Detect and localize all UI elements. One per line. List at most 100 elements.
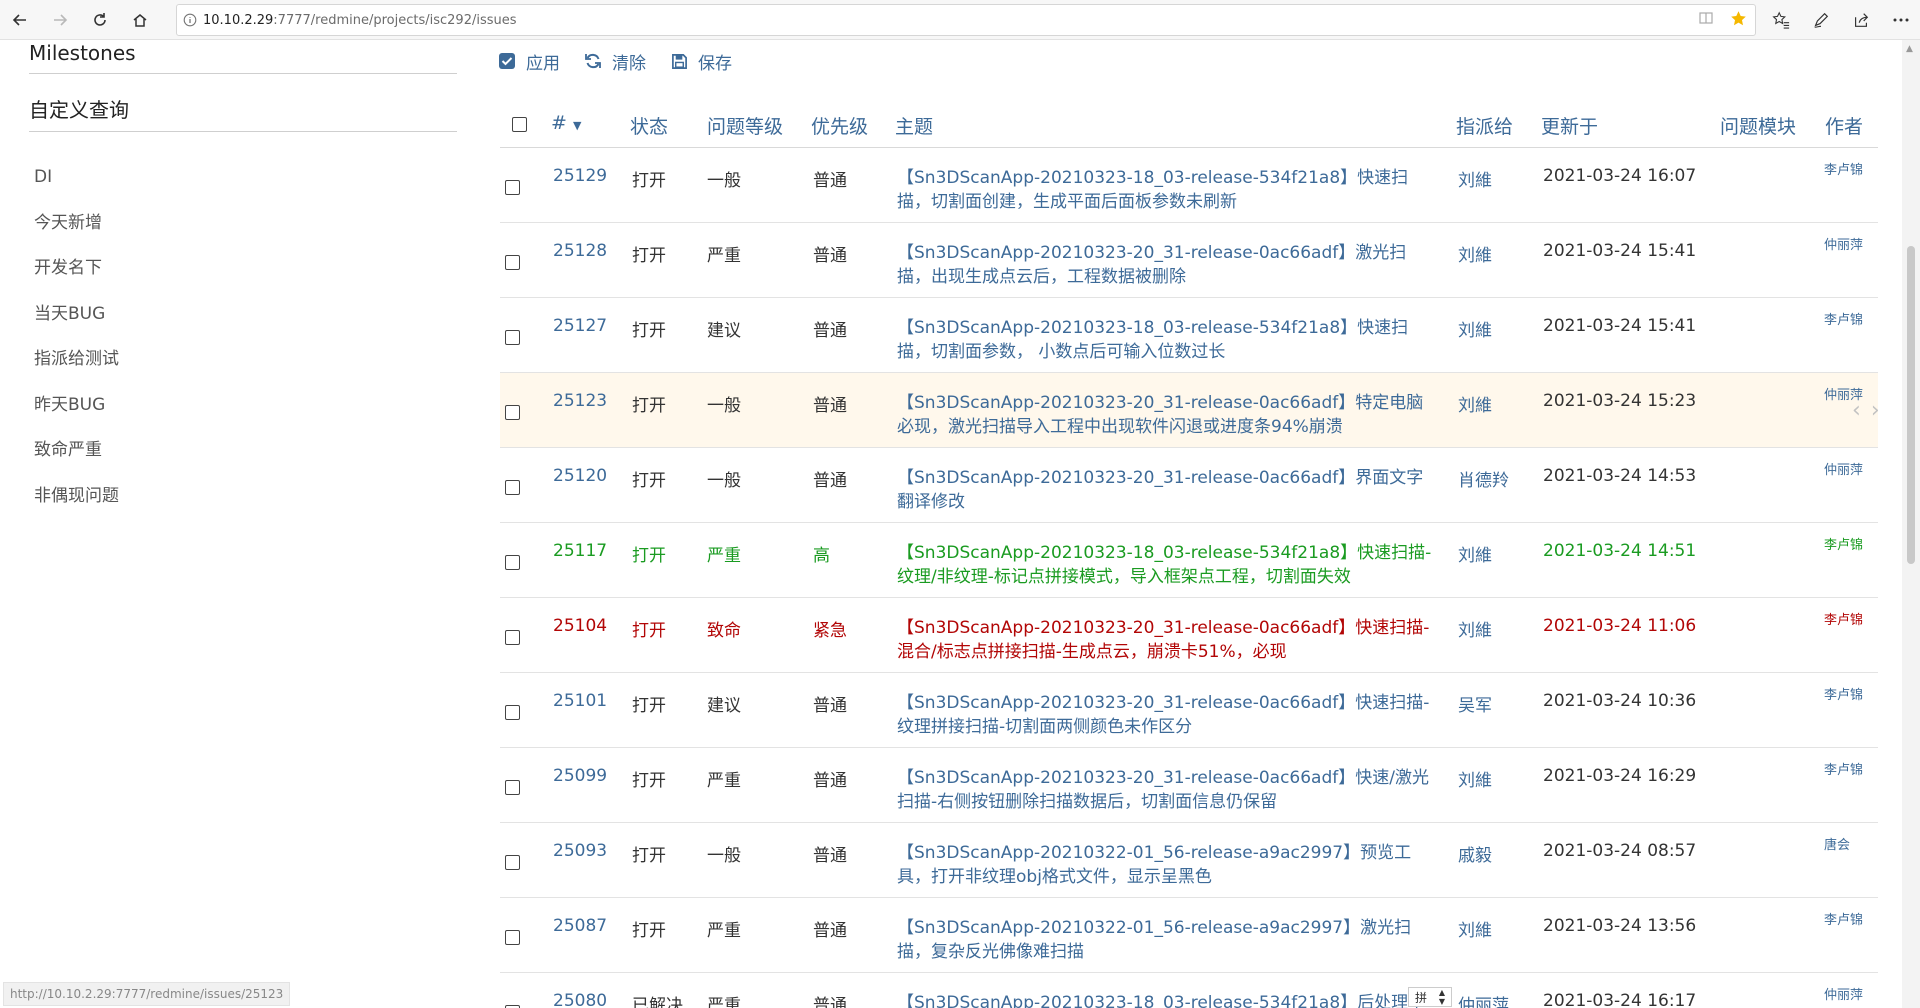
issue-id-link[interactable]: 25120 — [553, 466, 607, 486]
issue-subject-link[interactable]: 【Sn3DScanApp-20210323-18_03-release-534f… — [897, 166, 1437, 214]
issue-id-link[interactable]: 25099 — [553, 766, 607, 786]
reading-view-icon[interactable] — [1698, 10, 1714, 30]
issue-subject-link[interactable]: 【Sn3DScanApp-20210323-20_31-release-0ac6… — [897, 391, 1437, 439]
table-row[interactable]: 25087 打开 严重 普通 【Sn3DScanApp-20210322-01_56-r… — [500, 898, 1878, 973]
issue-assignee-link[interactable]: 刘維 — [1458, 616, 1492, 641]
apply-button[interactable]: 应用 — [498, 49, 560, 74]
issue-author-link[interactable]: 李卢锦 — [1824, 534, 1863, 553]
issue-id-link[interactable]: 25117 — [553, 541, 607, 561]
table-row[interactable]: 25104 打开 致命 紧急 【Sn3DScanApp-20210323-20_31-r… — [500, 598, 1878, 673]
issue-author-link[interactable]: 李卢锦 — [1824, 609, 1863, 628]
scroll-up-icon[interactable]: ▲ — [1906, 44, 1913, 54]
header-status[interactable]: 状态 — [630, 112, 668, 139]
favorite-star-icon[interactable] — [1730, 10, 1747, 31]
more-options-icon[interactable] — [1890, 9, 1912, 31]
table-row[interactable]: 25128 打开 严重 普通 【Sn3DScanApp-20210323-20_31-r… — [500, 223, 1878, 298]
issue-id-link[interactable]: 25087 — [553, 916, 607, 936]
issue-assignee-link[interactable]: 刘維 — [1458, 241, 1492, 266]
issue-assignee-link[interactable]: 刘維 — [1458, 391, 1492, 416]
row-checkbox[interactable] — [505, 705, 520, 725]
issue-subject-link[interactable]: 【Sn3DScanApp-20210323-18_03-release-534f… — [897, 316, 1437, 364]
table-row[interactable]: 25117 打开 严重 高 【Sn3DScanApp-20210323-18_03-re… — [500, 523, 1878, 598]
back-icon[interactable] — [0, 0, 40, 40]
header-author[interactable]: 作者 — [1825, 112, 1863, 139]
issue-assignee-link[interactable]: 仲丽萍 — [1458, 991, 1509, 1008]
select-all-checkbox[interactable] — [512, 117, 527, 136]
table-row[interactable]: 25093 打开 一般 普通 【Sn3DScanApp-20210322-01_56-r… — [500, 823, 1878, 898]
info-icon[interactable] — [177, 13, 203, 27]
issue-subject-link[interactable]: 【Sn3DScanApp-20210323-18_03-release-534f… — [897, 541, 1437, 589]
table-row[interactable]: 25123 打开 一般 普通 【Sn3DScanApp-20210323-20_31-r… — [500, 373, 1878, 448]
home-icon[interactable] — [120, 0, 160, 40]
issue-id-link[interactable]: 25128 — [553, 241, 607, 261]
address-bar[interactable]: 10.10.2.29:7777/redmine/projects/isc292/… — [176, 4, 1756, 36]
query-link-today-bug[interactable]: 当天BUG — [34, 291, 119, 337]
query-link-today-new[interactable]: 今天新增 — [34, 200, 119, 246]
issue-author-link[interactable]: 李卢锦 — [1824, 159, 1863, 178]
row-checkbox[interactable] — [505, 180, 520, 200]
issue-author-link[interactable]: 仲丽萍 — [1824, 234, 1863, 253]
forward-icon[interactable] — [40, 0, 80, 40]
issue-id-link[interactable]: 25129 — [553, 166, 607, 186]
issue-assignee-link[interactable]: 刘維 — [1458, 166, 1492, 191]
save-button[interactable]: 保存 — [670, 49, 732, 74]
issue-assignee-link[interactable]: 戚毅 — [1458, 841, 1492, 866]
table-row[interactable]: 25129 打开 一般 普通 【Sn3DScanApp-20210323-18_03-r… — [500, 148, 1878, 223]
issue-subject-link[interactable]: 【Sn3DScanApp-20210323-18_03-release-534f… — [897, 991, 1437, 1008]
favorites-list-icon[interactable] — [1770, 9, 1792, 31]
issue-subject-link[interactable]: 【Sn3DScanApp-20210322-01_56-release-a9ac… — [897, 916, 1437, 964]
header-id[interactable]: # ▼ — [551, 112, 581, 134]
issue-id-link[interactable]: 25101 — [553, 691, 607, 711]
issue-assignee-link[interactable]: 肖德羚 — [1458, 466, 1509, 491]
issue-id-link[interactable]: 25123 — [553, 391, 607, 411]
issue-author-link[interactable]: 李卢锦 — [1824, 309, 1863, 328]
issue-assignee-link[interactable]: 刘維 — [1458, 766, 1492, 791]
issue-author-link[interactable]: 仲丽萍 — [1824, 459, 1863, 478]
query-link-non-sporadic[interactable]: 非偶现问题 — [34, 473, 119, 519]
row-checkbox[interactable] — [505, 780, 520, 800]
header-category[interactable]: 问题模块 — [1720, 112, 1796, 139]
row-checkbox[interactable] — [505, 405, 520, 425]
query-link-di[interactable]: DI — [34, 154, 119, 200]
issue-author-link[interactable]: 仲丽萍 — [1824, 984, 1863, 1003]
issue-author-link[interactable]: 李卢锦 — [1824, 759, 1863, 778]
url-text[interactable]: 10.10.2.29:7777/redmine/projects/isc292/… — [203, 13, 517, 28]
issue-assignee-link[interactable]: 刘維 — [1458, 916, 1492, 941]
header-tracker[interactable]: 问题等级 — [707, 112, 783, 139]
page-nav-arrows[interactable]: ‹ › — [1852, 398, 1880, 423]
query-link-fatal-severe[interactable]: 致命严重 — [34, 427, 119, 473]
query-link-assigned-test[interactable]: 指派给测试 — [34, 336, 119, 382]
table-row[interactable]: 25099 打开 严重 普通 【Sn3DScanApp-20210323-20_31-r… — [500, 748, 1878, 823]
vertical-scrollbar[interactable]: ▲ — [1902, 40, 1920, 1008]
row-checkbox[interactable] — [505, 930, 520, 950]
header-assignee[interactable]: 指派给 — [1456, 112, 1513, 139]
issue-author-link[interactable]: 李卢锦 — [1824, 909, 1863, 928]
ime-indicator[interactable]: 拼 ▲ ▼ — [1408, 987, 1452, 1007]
issue-subject-link[interactable]: 【Sn3DScanApp-20210323-20_31-release-0ac6… — [897, 691, 1437, 739]
issue-subject-link[interactable]: 【Sn3DScanApp-20210322-01_56-release-a9ac… — [897, 841, 1437, 889]
issue-subject-link[interactable]: 【Sn3DScanApp-20210323-20_31-release-0ac6… — [897, 616, 1437, 664]
row-checkbox[interactable] — [505, 630, 520, 650]
row-checkbox[interactable] — [505, 330, 520, 350]
issue-assignee-link[interactable]: 刘維 — [1458, 541, 1492, 566]
row-checkbox[interactable] — [505, 855, 520, 875]
row-checkbox[interactable] — [505, 480, 520, 500]
header-updated[interactable]: 更新于 — [1541, 112, 1598, 139]
query-link-yesterday-bug[interactable]: 昨天BUG — [34, 382, 119, 428]
row-checkbox[interactable] — [505, 255, 520, 275]
issue-subject-link[interactable]: 【Sn3DScanApp-20210323-20_31-release-0ac6… — [897, 241, 1437, 289]
issue-assignee-link[interactable]: 刘維 — [1458, 316, 1492, 341]
issue-assignee-link[interactable]: 吴军 — [1458, 691, 1492, 716]
scrollbar-thumb[interactable] — [1907, 246, 1915, 564]
issue-author-link[interactable]: 李卢锦 — [1824, 684, 1863, 703]
issue-author-link[interactable]: 唐会 — [1824, 834, 1850, 853]
table-row[interactable]: 25080 已解决 严重 普通 【Sn3DScanApp-20210323-18_03-… — [500, 973, 1878, 1008]
row-checkbox[interactable] — [505, 555, 520, 575]
chevron-left-icon[interactable]: ‹ — [1852, 398, 1861, 423]
issue-id-link[interactable]: 25104 — [553, 616, 607, 636]
issue-id-link[interactable]: 25127 — [553, 316, 607, 336]
query-link-dev-assigned[interactable]: 开发名下 — [34, 245, 119, 291]
table-row[interactable]: 25101 打开 建议 普通 【Sn3DScanApp-20210323-20_31-r… — [500, 673, 1878, 748]
table-row[interactable]: 25127 打开 建议 普通 【Sn3DScanApp-20210323-18_03-r… — [500, 298, 1878, 373]
chevron-right-icon[interactable]: › — [1871, 398, 1880, 423]
